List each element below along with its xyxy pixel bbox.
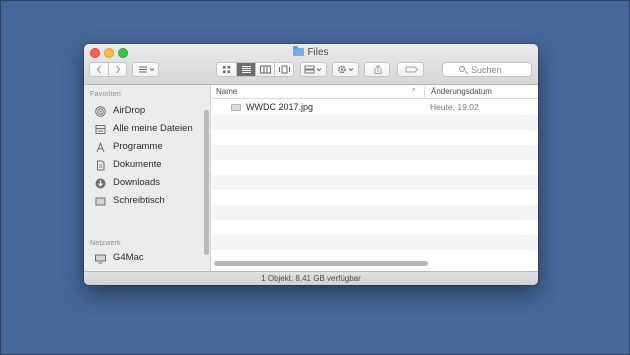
column-header-name[interactable]: Name (216, 85, 237, 99)
icon-view-icon (223, 66, 230, 73)
sidebar-item-airdrop[interactable]: AirDrop (95, 103, 205, 119)
file-rows: WWDC 2017.jpg Heute, 19:02 (212, 100, 538, 265)
list-options-icon (139, 66, 155, 73)
downloads-icon (95, 178, 106, 189)
image-file-icon (231, 104, 241, 111)
empty-row (212, 115, 538, 130)
empty-row (212, 160, 538, 175)
column-header-date[interactable]: Änderungsdatum (431, 85, 492, 99)
share-icon (374, 64, 382, 74)
view-options-button[interactable] (132, 62, 159, 77)
folder-icon (293, 46, 305, 56)
sidebar-scrollbar[interactable] (204, 110, 209, 255)
desktop-icon (95, 197, 106, 206)
sidebar-item-label: Schreibtisch (113, 195, 165, 206)
empty-row (212, 175, 538, 190)
forward-button[interactable] (108, 63, 126, 76)
action-button[interactable] (332, 62, 359, 77)
empty-row (212, 220, 538, 235)
empty-row (212, 235, 538, 250)
tag-icon (405, 66, 419, 73)
finder-window: Files Suchen Favoriten AirDrop Alle mein… (84, 44, 538, 285)
applications-icon (96, 142, 105, 153)
arrange-icon (304, 65, 322, 74)
computer-icon (95, 254, 106, 264)
sidebar-item-desktop[interactable]: Schreibtisch (95, 193, 205, 209)
sidebar-item-label: AirDrop (113, 105, 146, 116)
sidebar-item-applications[interactable]: Programme (95, 139, 205, 155)
search-icon (459, 66, 465, 72)
sidebar-item-label: Dokumente (113, 159, 162, 170)
coverflow-view-icon (279, 65, 290, 74)
icon-view-button[interactable] (217, 63, 236, 76)
search-input[interactable]: Suchen (442, 62, 532, 77)
sidebar-item-label: Alle meine Dateien (113, 123, 193, 134)
coverflow-view-button[interactable] (274, 63, 293, 76)
sidebar-item-g4mac[interactable]: G4Mac (95, 250, 205, 266)
file-list: Name ^ Änderungsdatum WWDC 2017.jpg Heut… (212, 85, 538, 271)
empty-row (212, 130, 538, 145)
list-view-icon (242, 66, 251, 73)
table-row[interactable]: WWDC 2017.jpg Heute, 19:02 (212, 100, 538, 115)
tags-button[interactable] (397, 62, 424, 77)
sidebar-item-documents[interactable]: Dokumente (95, 157, 205, 173)
gear-icon (338, 65, 354, 74)
horizontal-scrollbar[interactable] (214, 261, 428, 266)
column-header-row: Name ^ Änderungsdatum (212, 85, 538, 99)
chevron-right-icon (116, 65, 121, 74)
sidebar-heading-favorites: Favoriten (90, 91, 121, 98)
window-title-label: Files (307, 47, 329, 58)
back-forward-group (89, 62, 127, 77)
search-placeholder: Suchen (471, 65, 502, 75)
share-button[interactable] (364, 62, 390, 77)
sort-ascending-icon: ^ (412, 88, 416, 95)
file-name: WWDC 2017.jpg (246, 102, 314, 112)
view-mode-control (216, 62, 294, 77)
title-bar: Files Suchen (84, 44, 538, 85)
empty-row (212, 205, 538, 220)
status-bar: 1 Objekt, 8,41 GB verfügbar (84, 271, 538, 285)
airdrop-icon (95, 106, 106, 117)
arrange-button[interactable] (300, 62, 327, 77)
chevron-left-icon (96, 65, 101, 74)
sidebar: Favoriten AirDrop Alle meine Dateien Pro… (84, 85, 211, 271)
column-divider[interactable] (424, 87, 425, 97)
column-view-button[interactable] (255, 63, 274, 76)
back-button[interactable] (90, 63, 108, 76)
empty-row (212, 190, 538, 205)
sidebar-item-label: Programme (113, 141, 163, 152)
sidebar-heading-network: Netzwerk (90, 240, 121, 247)
all-files-icon (95, 125, 106, 134)
sidebar-item-downloads[interactable]: Downloads (95, 175, 205, 191)
documents-icon (97, 160, 105, 171)
file-date: Heute, 19:02 (430, 102, 479, 112)
sidebar-item-label: Downloads (113, 177, 160, 188)
window-title: Files (84, 46, 538, 60)
sidebar-item-all-files[interactable]: Alle meine Dateien (95, 121, 205, 137)
empty-row (212, 145, 538, 160)
list-view-button[interactable] (236, 63, 255, 76)
sidebar-item-label: G4Mac (113, 252, 144, 263)
column-view-icon (260, 65, 271, 74)
